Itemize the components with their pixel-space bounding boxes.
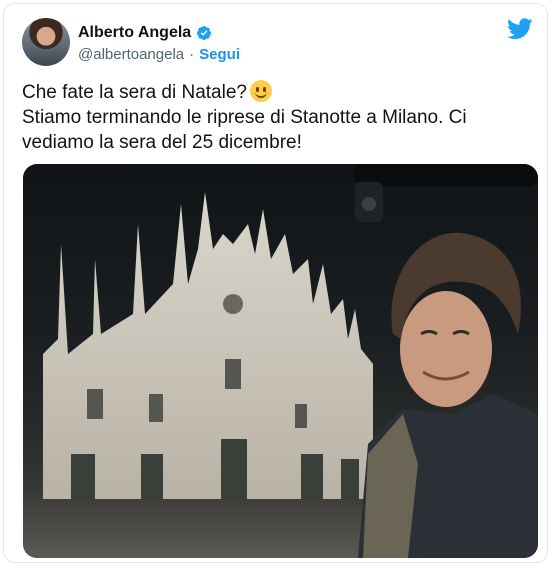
tweet-text: Che fate la sera di Natale? Stiamo termi… <box>22 80 537 155</box>
slightly-smiling-face-emoji <box>249 80 272 102</box>
tweet-photo[interactable] <box>23 164 538 558</box>
tweet-line-1: Che fate la sera di Natale? <box>22 80 537 105</box>
separator-dot: · <box>189 46 195 63</box>
author-handle-row: @albertoangela · Segui <box>78 46 240 63</box>
author-name[interactable]: Alberto Angela <box>78 24 191 42</box>
tweet-card: Alberto Angela @albertoangela · Segui Ch… <box>3 3 548 563</box>
photo-illustration <box>23 164 538 558</box>
author-handle[interactable]: @albertoangela <box>78 46 184 63</box>
verified-badge-icon <box>197 26 212 40</box>
tweet-line-2: Stiamo terminando le riprese di Stanotte… <box>22 107 467 153</box>
follow-button[interactable]: Segui <box>199 46 240 63</box>
avatar[interactable] <box>22 18 70 66</box>
author-name-row: Alberto Angela <box>78 24 212 42</box>
twitter-bird-icon[interactable] <box>507 18 533 40</box>
